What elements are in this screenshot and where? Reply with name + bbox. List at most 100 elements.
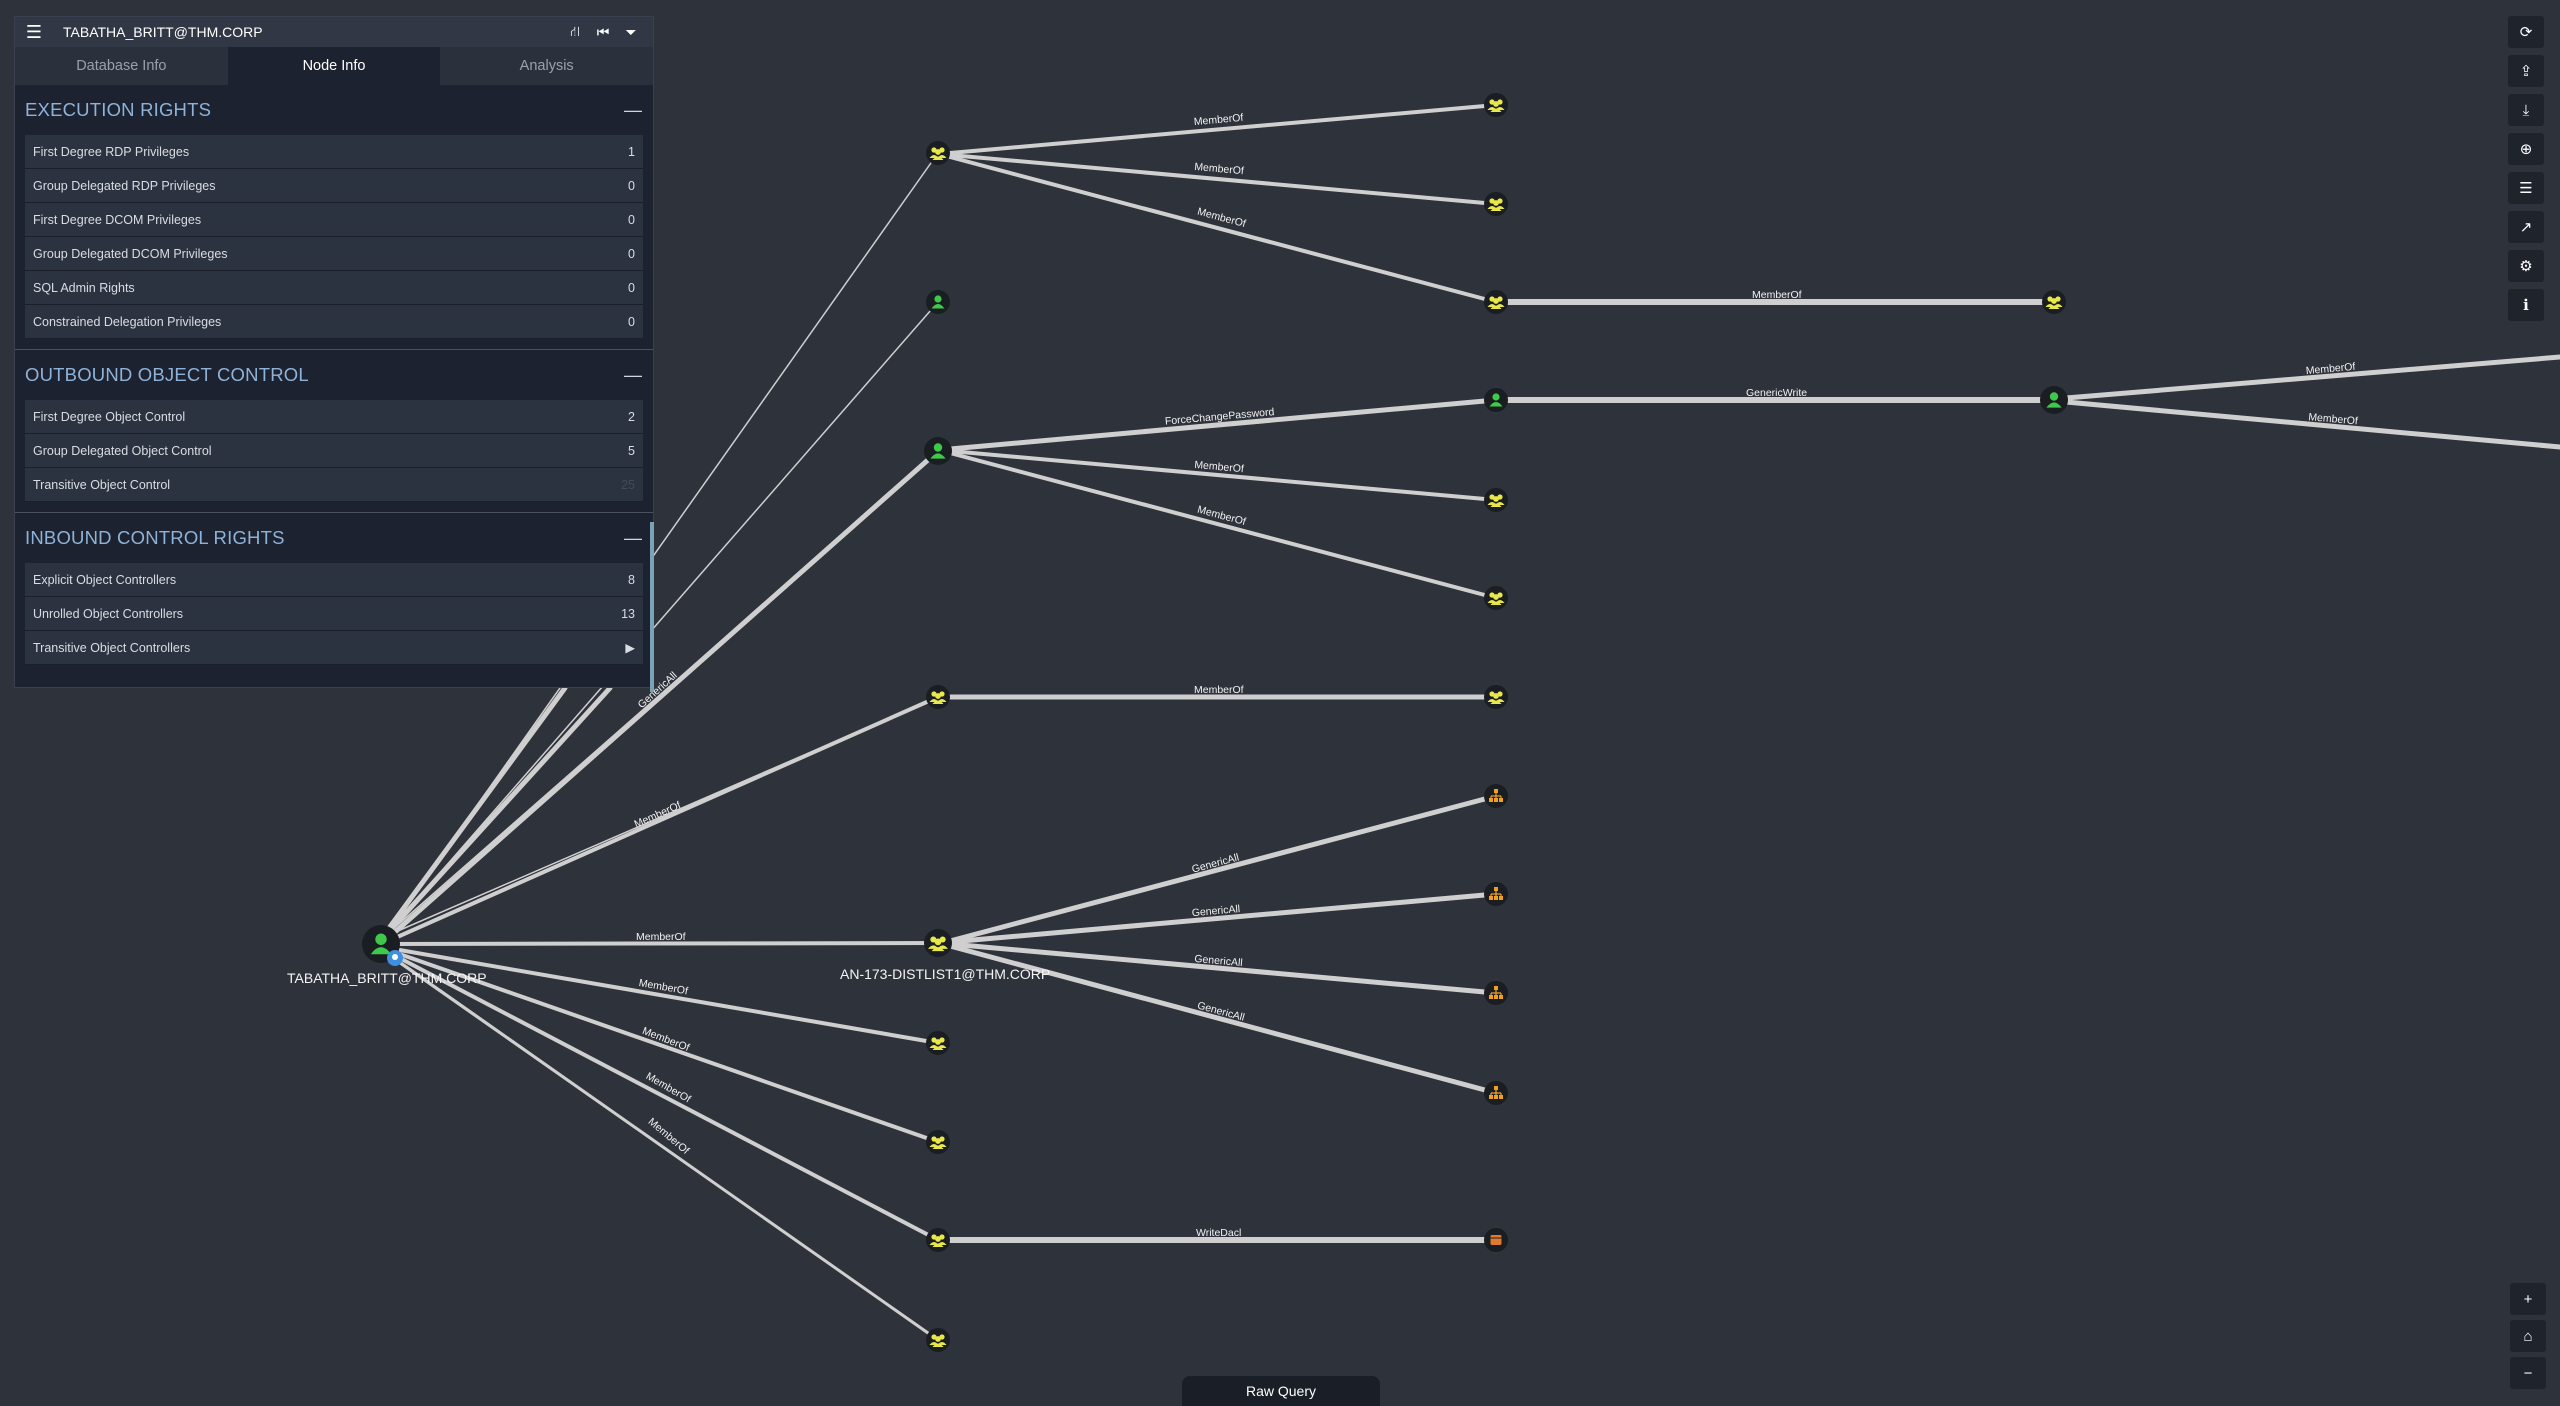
row-label: Explicit Object Controllers — [33, 572, 177, 587]
distlist-node-label: AN-173-DISTLIST1@THM.CORP — [840, 966, 1050, 982]
info-icon[interactable]: ℹ — [2508, 289, 2544, 321]
row-value: 0 — [628, 280, 635, 295]
row-value: 0 — [628, 246, 635, 261]
edge-u4-memberof-b — [2063, 399, 2560, 450]
row-label: First Degree DCOM Privileges — [33, 212, 202, 227]
group-node[interactable] — [1484, 488, 1508, 512]
row-value: 5 — [628, 443, 635, 458]
group-node[interactable] — [2042, 290, 2066, 314]
group-node[interactable] — [926, 1328, 950, 1352]
ou-node[interactable] — [1484, 1081, 1508, 1105]
section-inbound-control-rights: INBOUND CONTROL RIGHTS — Explicit Object… — [15, 513, 653, 665]
group-node[interactable] — [1484, 685, 1508, 709]
row-value: 13 — [621, 606, 635, 621]
row-value: 25 — [621, 477, 635, 492]
section-header[interactable]: INBOUND CONTROL RIGHTS — — [25, 513, 643, 563]
group-node[interactable] — [1484, 93, 1508, 117]
panel-tabs: Database Info Node Info Analysis — [15, 47, 653, 85]
collapse-icon[interactable]: — — [623, 528, 643, 549]
ou-node[interactable] — [1484, 981, 1508, 1005]
info-row[interactable]: Group Delegated DCOM Privileges 0 — [25, 237, 643, 271]
panel-scrollbar[interactable] — [650, 522, 654, 692]
group-node[interactable] — [1484, 586, 1508, 610]
row-value: 1 — [628, 144, 635, 159]
expand-arrow-icon[interactable]: ▶ — [625, 640, 635, 655]
edge-label: MemberOf — [1193, 112, 1244, 128]
info-row[interactable]: Group Delegated RDP Privileges 0 — [25, 169, 643, 203]
row-value: 8 — [628, 572, 635, 587]
ou-node[interactable] — [1484, 784, 1508, 808]
info-row[interactable]: SQL Admin Rights 0 — [25, 271, 643, 305]
settings-icon[interactable]: ⚙ — [2508, 250, 2544, 282]
info-row[interactable]: Explicit Object Controllers 8 — [25, 563, 643, 597]
info-row[interactable]: Group Delegated Object Control 5 — [25, 434, 643, 468]
group-node[interactable] — [926, 685, 950, 709]
collapse-icon[interactable]: — — [623, 100, 643, 121]
zoom-in-icon[interactable]: + — [2510, 1283, 2546, 1315]
user-node[interactable] — [1484, 388, 1508, 412]
row-label: First Degree Object Control — [33, 409, 186, 424]
graph-edges — [381, 103, 2560, 1342]
group-node[interactable] — [1484, 290, 1508, 314]
edge-label: WriteDacl — [1196, 1227, 1241, 1239]
edge-u4-memberof-a — [2063, 354, 2560, 401]
raw-query-button[interactable]: Raw Query — [1182, 1376, 1380, 1406]
row-label: Transitive Object Controllers — [33, 640, 191, 655]
info-row[interactable]: First Degree Object Control 2 — [25, 400, 643, 434]
refresh-icon[interactable]: ⟳ — [2508, 16, 2544, 48]
group-node[interactable] — [926, 1228, 950, 1252]
hamburger-menu-icon[interactable]: ☰ — [23, 22, 45, 43]
info-row[interactable]: Transitive Object Controllers ▶ — [25, 631, 643, 665]
tab-node-info[interactable]: Node Info — [227, 47, 441, 85]
section-header[interactable]: EXECUTION RIGHTS — — [25, 85, 643, 135]
edge-u2-forcechange — [947, 397, 1499, 452]
row-label: SQL Admin Rights — [33, 280, 135, 295]
info-row[interactable]: Transitive Object Control 25 — [25, 468, 643, 502]
edge-label: MemberOf — [1194, 161, 1245, 177]
group-node[interactable] — [1484, 192, 1508, 216]
upload-icon[interactable]: ⇪ — [2508, 55, 2544, 87]
tab-analysis[interactable]: Analysis — [440, 47, 653, 85]
user-node[interactable] — [926, 290, 950, 314]
group-node[interactable] — [926, 1130, 950, 1154]
edge-g1-a — [948, 103, 1498, 155]
row-value: 0 — [628, 178, 635, 193]
section-header[interactable]: OUTBOUND OBJECT CONTROL — — [25, 350, 643, 400]
row-label: Unrolled Object Controllers — [33, 606, 184, 621]
edge-source-to-distlist — [382, 941, 940, 946]
group-node[interactable] — [926, 141, 950, 165]
import-icon[interactable]: ⊕ — [2508, 133, 2544, 165]
node-info-panel: ☰ TABATHA_BRITT@THM.CORP ⛙ ⏮ ⏷ Database … — [14, 16, 654, 688]
user-node[interactable] — [924, 437, 952, 465]
edge-label: MemberOf — [1194, 684, 1244, 696]
panel-header: ☰ TABATHA_BRITT@THM.CORP ⛙ ⏮ ⏷ — [15, 17, 653, 47]
edge-label: MemberOf — [1752, 289, 1802, 301]
filter-icon[interactable]: ⏷ — [617, 24, 645, 41]
home-icon[interactable]: ⌂ — [2510, 1320, 2546, 1352]
ou-node[interactable] — [1484, 882, 1508, 906]
pathfinding-icon[interactable]: ⛙ — [561, 23, 589, 42]
info-row[interactable]: Unrolled Object Controllers 13 — [25, 597, 643, 631]
info-row[interactable]: Constrained Delegation Privileges 0 — [25, 305, 643, 339]
download-icon[interactable]: ⤓ — [2508, 94, 2544, 126]
edge-bundle-2 — [381, 685, 613, 940]
selected-node-title: TABATHA_BRITT@THM.CORP — [63, 24, 263, 40]
group-node[interactable] — [924, 929, 952, 957]
collapse-icon[interactable]: — — [623, 365, 643, 386]
user-node[interactable] — [2040, 386, 2068, 414]
back-icon[interactable]: ⏮ — [589, 24, 617, 41]
row-label: Group Delegated Object Control — [33, 443, 212, 458]
section-outbound-object-control: OUTBOUND OBJECT CONTROL — First Degree O… — [15, 350, 653, 502]
row-value: 0 — [628, 314, 635, 329]
tab-database-info[interactable]: Database Info — [15, 47, 228, 85]
query-list-icon[interactable]: ☰ — [2508, 172, 2544, 204]
chart-icon[interactable]: ↗ — [2508, 211, 2544, 243]
gpo-node[interactable] — [1484, 1228, 1508, 1252]
info-row[interactable]: First Degree DCOM Privileges 0 — [25, 203, 643, 237]
row-label: Transitive Object Control — [33, 477, 171, 492]
zoom-out-icon[interactable]: − — [2510, 1357, 2546, 1389]
group-node[interactable] — [926, 1031, 950, 1055]
section-title: INBOUND CONTROL RIGHTS — [25, 527, 285, 548]
owned-marker-dot — [392, 954, 398, 960]
info-row[interactable]: First Degree RDP Privileges 1 — [25, 135, 643, 169]
